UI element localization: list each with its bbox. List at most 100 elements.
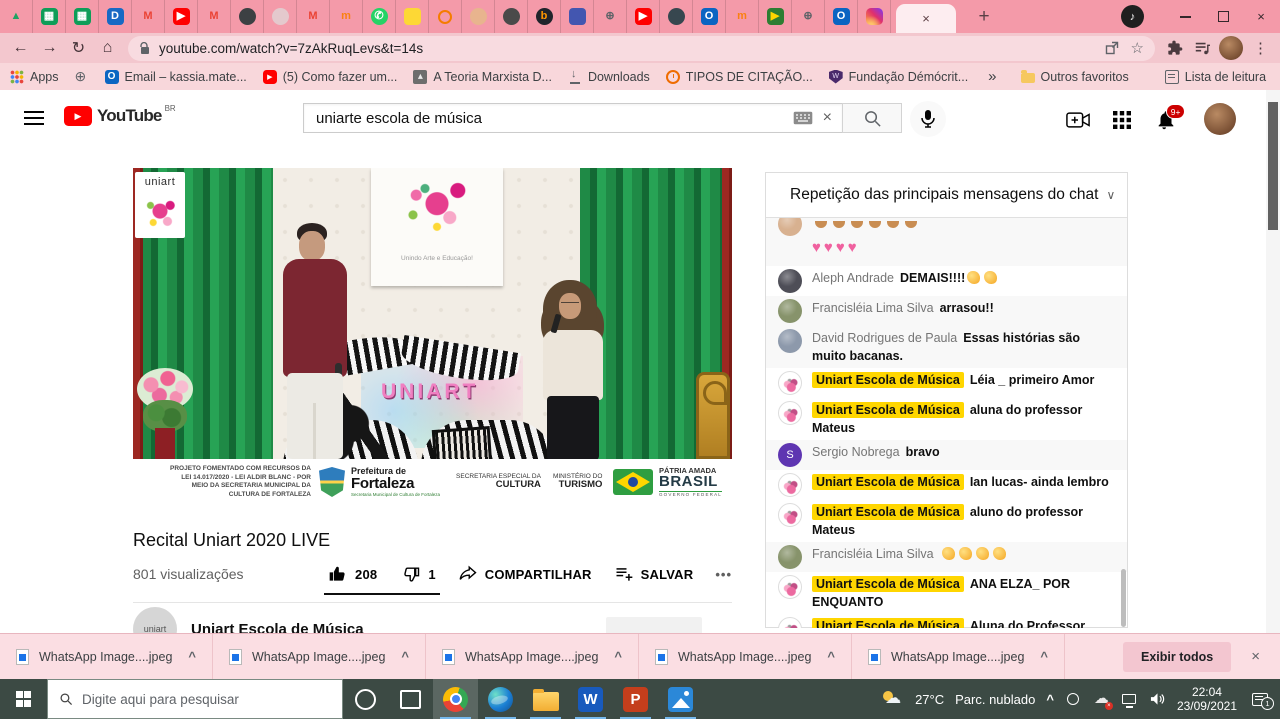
bookmark-outlook[interactable]: Email – kassia.mate...	[105, 70, 247, 84]
playlist-extension-icon[interactable]	[1188, 40, 1215, 56]
chat-author-owner-badge[interactable]: Uniart Escola de Música	[812, 618, 964, 628]
maximize-button[interactable]	[1204, 0, 1242, 33]
back-button[interactable]: ←	[6, 39, 35, 57]
browser-menu-icon[interactable]: ⋮	[1247, 39, 1274, 57]
bookmark-star-icon[interactable]: ☆	[1131, 39, 1144, 57]
other-favorites-folder[interactable]: Outros favoritos	[1021, 70, 1129, 84]
clear-search-icon[interactable]: ×	[823, 109, 832, 127]
close-downloads-bar-icon[interactable]: ×	[1251, 648, 1260, 665]
create-video-icon[interactable]	[1066, 108, 1090, 132]
chat-avatar[interactable]	[778, 575, 802, 599]
chat-avatar[interactable]	[778, 401, 802, 425]
channel-name[interactable]: Uniart Escola de Música	[191, 621, 364, 634]
more-actions-button[interactable]: •••	[715, 567, 732, 582]
chat-avatar[interactable]	[778, 473, 802, 497]
chat-avatar[interactable]	[778, 269, 802, 293]
save-button[interactable]: SALVAR	[614, 564, 694, 584]
indigo-app-tab[interactable]	[561, 0, 594, 33]
download-item[interactable]: WhatsApp Image....jpeg^	[213, 634, 426, 679]
chrome-taskbar-button[interactable]	[433, 679, 478, 719]
chat-avatar[interactable]: S	[778, 443, 802, 467]
tray-app-icon[interactable]	[1065, 691, 1082, 708]
chat-avatar[interactable]	[778, 545, 802, 569]
like-button[interactable]: 208	[328, 564, 377, 584]
subscribe-button[interactable]	[606, 617, 702, 633]
chat-author[interactable]: Sergio Nobrega	[812, 445, 900, 459]
chevron-down-icon[interactable]: ∨	[1106, 188, 1115, 202]
gmail-tab[interactable]: M	[198, 0, 231, 33]
bookmark-globe[interactable]	[75, 70, 89, 84]
taskbar-search-box[interactable]: Digite aqui para pesquisar	[47, 679, 343, 719]
voice-search-button[interactable]	[910, 101, 946, 137]
reload-button[interactable]: ↻	[64, 38, 93, 58]
network-icon[interactable]	[1121, 691, 1138, 708]
youtube-tab[interactable]: ▶	[165, 0, 198, 33]
moodle-tab[interactable]: m	[330, 0, 363, 33]
chat-author[interactable]: David Rodrigues de Paula	[812, 331, 957, 345]
home-button[interactable]: ⌂	[93, 39, 122, 57]
chat-author-owner-badge[interactable]: Uniart Escola de Música	[812, 402, 964, 418]
show-all-downloads-button[interactable]: Exibir todos	[1123, 642, 1231, 672]
edge-taskbar-button[interactable]	[478, 679, 523, 719]
download-options-chevron[interactable]: ^	[827, 649, 835, 664]
google-drive-tab[interactable]: ▲	[0, 0, 33, 33]
youtube-account-avatar[interactable]	[1204, 103, 1236, 135]
chat-avatar[interactable]	[778, 617, 802, 628]
dark-globe-tab[interactable]	[231, 0, 264, 33]
chat-avatar[interactable]	[778, 503, 802, 527]
file-explorer-taskbar-button[interactable]	[523, 679, 568, 719]
chat-avatar[interactable]	[778, 371, 802, 395]
channel-avatar[interactable]: uniart	[133, 607, 177, 633]
instagram-tab[interactable]	[858, 0, 891, 33]
globe-tab[interactable]: ⊕	[792, 0, 825, 33]
download-item[interactable]: WhatsApp Image....jpeg^	[426, 634, 639, 679]
photos-taskbar-button[interactable]	[658, 679, 703, 719]
youtube-tab[interactable]: ▶	[627, 0, 660, 33]
dislike-button[interactable]: 1	[401, 564, 435, 584]
dark-flask-tab[interactable]	[660, 0, 693, 33]
close-tab-icon[interactable]: ×	[922, 11, 930, 26]
download-options-chevron[interactable]: ^	[188, 649, 196, 664]
google-sheets-tab[interactable]: ▦	[66, 0, 99, 33]
cortana-taskbar-button[interactable]	[343, 679, 388, 719]
idea-gray-tab[interactable]	[264, 0, 297, 33]
start-button[interactable]	[0, 679, 47, 719]
weather-temp[interactable]: 27°C	[915, 692, 944, 707]
chat-author-owner-badge[interactable]: Uniart Escola de Música	[812, 576, 964, 592]
extensions-puzzle-icon[interactable]	[1161, 40, 1188, 56]
download-options-chevron[interactable]: ^	[614, 649, 622, 664]
chat-avatar[interactable]	[778, 299, 802, 323]
whatsapp-tab[interactable]: ✆	[363, 0, 396, 33]
share-page-icon[interactable]	[1105, 41, 1119, 55]
globe-tab[interactable]: ⊕	[594, 0, 627, 33]
orange-ring-tab[interactable]	[429, 0, 462, 33]
address-bar[interactable]: youtube.com/watch?v=7zAkRuqLevs&t=14s ☆	[128, 36, 1155, 61]
search-input[interactable]	[304, 110, 793, 127]
lamp-orange-tab[interactable]	[462, 0, 495, 33]
bookmark-apps-grid[interactable]: Apps	[10, 70, 59, 84]
google-sheets-tab[interactable]: ▦	[33, 0, 66, 33]
minimize-button[interactable]	[1166, 0, 1204, 33]
chat-author[interactable]: Aleph Andrade	[812, 271, 894, 285]
word-taskbar-button[interactable]: W	[568, 679, 613, 719]
chat-author[interactable]: Francisléia Lima Silva	[812, 547, 934, 561]
close-window-button[interactable]: ×	[1242, 0, 1280, 33]
chat-author[interactable]: Francisléia Lima Silva	[812, 301, 934, 315]
notifications-bell-icon[interactable]: 9+	[1154, 108, 1178, 132]
b-orange-app-tab[interactable]: b	[528, 0, 561, 33]
task-view-taskbar-button[interactable]	[388, 679, 433, 719]
page-scrollbar-thumb[interactable]	[1268, 102, 1278, 230]
search-button[interactable]	[842, 103, 902, 133]
yellow-app-tab[interactable]	[396, 0, 429, 33]
keyboard-icon[interactable]	[793, 111, 813, 125]
active-tab[interactable]: ×	[896, 4, 956, 33]
download-item[interactable]: WhatsApp Image....jpeg^	[639, 634, 852, 679]
youtube-logo[interactable]: ▶ YouTube BR	[64, 106, 176, 126]
bookmark-shield[interactable]: Fundação Démócrit...	[829, 70, 969, 84]
bookmarks-overflow-chevron[interactable]: »	[984, 68, 1000, 85]
share-button[interactable]: COMPARTILHAR	[458, 564, 592, 584]
powerpoint-taskbar-button[interactable]: P	[613, 679, 658, 719]
chat-author-owner-badge[interactable]: Uniart Escola de Música	[812, 372, 964, 388]
bookmark-download[interactable]: Downloads	[568, 70, 650, 84]
download-item[interactable]: WhatsApp Image....jpeg^	[0, 634, 213, 679]
